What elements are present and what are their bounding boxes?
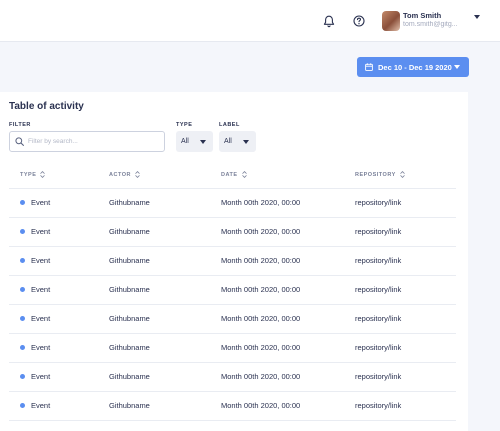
table-row[interactable]: Event Githubname Month 00th 2020, 00:00 … xyxy=(0,246,468,275)
repository-link[interactable]: repository/link xyxy=(355,188,401,217)
sort-icon xyxy=(135,171,140,178)
table-row[interactable]: Event Githubname Month 00th 2020, 00:00 … xyxy=(0,275,468,304)
page-background xyxy=(468,92,500,431)
sort-icon xyxy=(399,171,405,178)
type-filter-label: TYPE xyxy=(176,122,193,128)
status-dot xyxy=(20,229,25,234)
type-cell: Event xyxy=(20,188,50,217)
status-dot xyxy=(20,258,25,263)
type-cell: Event xyxy=(20,246,50,275)
status-dot xyxy=(20,200,25,205)
actor-cell: Githubname xyxy=(109,343,150,352)
help-button[interactable] xyxy=(350,12,368,30)
date-cell: Month 00th 2020, 00:00 xyxy=(221,227,301,236)
sort-icon xyxy=(241,171,247,178)
status-dot xyxy=(20,374,25,379)
actor-cell: Githubname xyxy=(109,285,150,294)
actor-cell: Githubname xyxy=(109,227,150,236)
filter-label: FILTER xyxy=(9,122,31,128)
repository-link[interactable]: repository/link xyxy=(355,362,401,391)
table-row[interactable]: Event Githubname Month 00th 2020, 00:00 … xyxy=(0,333,468,362)
activity-card: Table of activity FILTER TYPE All LABEL … xyxy=(0,92,468,431)
date-range-button[interactable]: Dec 10 - Dec 19 2020 xyxy=(357,57,469,77)
date-cell: Month 00th 2020, 00:00 xyxy=(221,401,301,410)
notifications-button[interactable] xyxy=(320,12,338,30)
column-header-repository[interactable]: REPOSITORY xyxy=(355,171,405,178)
search-icon xyxy=(15,137,24,146)
column-header-actor[interactable]: ACTOR xyxy=(109,171,140,178)
calendar-icon xyxy=(365,63,373,71)
page-title: Table of activity xyxy=(9,101,84,112)
table-row[interactable]: Event Githubname Month 00th 2020, 00:00 … xyxy=(0,217,468,246)
actor-cell: Githubname xyxy=(109,314,150,323)
date-range-label: Dec 10 - Dec 19 2020 xyxy=(378,62,452,72)
label-select-value: All xyxy=(224,138,232,145)
type-cell: Event xyxy=(20,362,50,391)
chevron-down-icon xyxy=(454,65,460,69)
label-select[interactable]: All xyxy=(219,131,256,152)
table-row[interactable]: Event Githubname Month 00th 2020, 00:00 … xyxy=(0,304,468,333)
repository-link[interactable]: repository/link xyxy=(355,304,401,333)
status-dot xyxy=(20,403,25,408)
label-filter-label: LABEL xyxy=(219,122,240,128)
type-cell: Event xyxy=(20,304,50,333)
column-header-date[interactable]: DATE xyxy=(221,171,247,178)
status-dot xyxy=(20,316,25,321)
repository-link[interactable]: repository/link xyxy=(355,333,401,362)
chevron-down-icon xyxy=(243,140,249,144)
help-icon xyxy=(353,15,365,27)
date-cell: Month 00th 2020, 00:00 xyxy=(221,372,301,381)
date-cell: Month 00th 2020, 00:00 xyxy=(221,314,301,323)
type-cell: Event xyxy=(20,391,50,420)
top-bar: Tom Smith tom.smith@gitg... xyxy=(0,0,500,42)
table-row[interactable]: Event Githubname Month 00th 2020, 00:00 … xyxy=(0,188,468,217)
type-cell: Event xyxy=(20,217,50,246)
type-cell: Event xyxy=(20,275,50,304)
table-row[interactable]: Event Githubname Month 00th 2020, 00:00 … xyxy=(0,391,468,420)
search-input[interactable] xyxy=(28,138,158,145)
repository-link[interactable]: repository/link xyxy=(355,275,401,304)
actor-cell: Githubname xyxy=(109,198,150,207)
actor-cell: Githubname xyxy=(109,401,150,410)
user-menu-chevron-down-icon[interactable] xyxy=(474,15,480,19)
type-cell: Event xyxy=(20,333,50,362)
sort-icon xyxy=(40,171,46,178)
type-select-value: All xyxy=(181,138,189,145)
date-cell: Month 00th 2020, 00:00 xyxy=(221,343,301,352)
status-dot xyxy=(20,345,25,350)
repository-link[interactable]: repository/link xyxy=(355,246,401,275)
repository-link[interactable]: repository/link xyxy=(355,217,401,246)
type-select[interactable]: All xyxy=(176,131,213,152)
repository-link[interactable]: repository/link xyxy=(355,391,401,420)
table-row[interactable]: Event Githubname Month 00th 2020, 00:00 … xyxy=(0,362,468,391)
date-cell: Month 00th 2020, 00:00 xyxy=(221,198,301,207)
user-name[interactable]: Tom Smith xyxy=(403,11,441,20)
date-cell: Month 00th 2020, 00:00 xyxy=(221,285,301,294)
date-cell: Month 00th 2020, 00:00 xyxy=(221,256,301,265)
bell-icon xyxy=(323,15,335,27)
actor-cell: Githubname xyxy=(109,372,150,381)
avatar[interactable] xyxy=(382,11,400,31)
chevron-down-icon xyxy=(200,140,206,144)
user-email: tom.smith@gitg... xyxy=(403,21,458,28)
search-field[interactable] xyxy=(9,131,165,152)
status-dot xyxy=(20,287,25,292)
row-divider xyxy=(9,420,456,421)
column-header-type[interactable]: TYPE xyxy=(20,171,46,178)
actor-cell: Githubname xyxy=(109,256,150,265)
